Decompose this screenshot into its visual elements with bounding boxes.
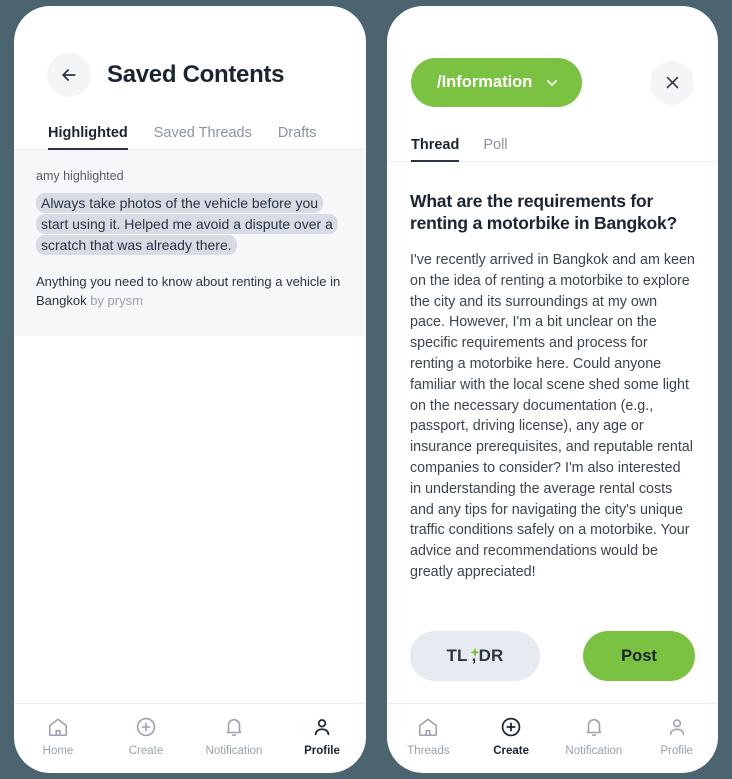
tldr-label: TL, DR [446, 644, 503, 669]
highlight-source-by: by prysm [90, 293, 143, 308]
right-header: /Information [387, 6, 718, 107]
nav-item-create[interactable]: Create [470, 716, 553, 757]
nav-label: Profile [660, 745, 693, 757]
tab-poll[interactable]: Poll [483, 137, 507, 162]
nav-item-profile[interactable]: Profile [635, 716, 718, 757]
nav-label: Notification [205, 745, 263, 757]
tldr-button[interactable]: TL, DR [410, 631, 540, 681]
left-header: Saved Contents [14, 6, 366, 97]
person-icon [311, 716, 333, 738]
nav-label: Home [42, 745, 74, 757]
bell-icon [583, 716, 605, 738]
home-icon [417, 716, 439, 738]
nav-label: Profile [304, 745, 340, 757]
highlight-source[interactable]: Anything you need to know about renting … [36, 272, 344, 310]
close-button[interactable] [650, 60, 694, 105]
nav-item-threads[interactable]: Threads [387, 716, 470, 757]
thread-editor: What are the requirements for renting a … [387, 162, 718, 631]
thread-title-input[interactable]: What are the requirements for renting a … [410, 190, 695, 234]
nav-item-profile[interactable]: Profile [278, 716, 366, 757]
highlight-source-title: Anything you need to know about renting … [36, 274, 341, 308]
nav-label: Create [493, 745, 530, 757]
nav-item-notification[interactable]: Notification [553, 716, 636, 757]
nav-label: Create [128, 745, 164, 757]
page-title: Saved Contents [107, 61, 285, 88]
highlight-card[interactable]: amy highlighted Always take photos of th… [14, 150, 366, 336]
tab-drafts[interactable]: Drafts [278, 125, 317, 150]
nav-label: Notification [565, 745, 623, 757]
highlight-quote: Always take photos of the vehicle before… [36, 193, 344, 256]
nav-label: Threads [407, 745, 450, 757]
plus-circle-icon [500, 716, 522, 738]
compose-tabs: Thread Poll [387, 137, 718, 162]
thread-body-input[interactable]: I've recently arrived in Bangkok and am … [410, 250, 695, 583]
nav-item-home[interactable]: Home [14, 716, 102, 757]
tldr-suffix: DR [478, 646, 504, 665]
plus-circle-icon [135, 716, 157, 738]
person-icon [666, 716, 688, 738]
tldr-prefix: TL [446, 646, 468, 665]
chevron-down-icon [544, 75, 560, 91]
tab-saved-threads[interactable]: Saved Threads [154, 125, 252, 150]
highlight-mark: Always take photos of the vehicle before… [36, 193, 338, 255]
tab-thread[interactable]: Thread [411, 137, 460, 162]
post-button[interactable]: Post [583, 631, 695, 681]
close-icon [664, 74, 681, 91]
saved-contents-panel: Saved Contents Highlighted Saved Threads… [14, 6, 366, 773]
channel-selector-button[interactable]: /Information [411, 58, 583, 107]
saved-list: amy highlighted Always take photos of th… [14, 150, 366, 703]
home-icon [47, 716, 69, 738]
back-button[interactable] [47, 53, 91, 97]
tldr-comma: , [471, 646, 477, 665]
nav-item-notification[interactable]: Notification [190, 716, 278, 757]
compose-actions: TL, DR Post [387, 631, 718, 681]
left-bottom-nav: Home Create Notification Profile [14, 703, 366, 773]
bell-icon [223, 716, 245, 738]
saved-tabs: Highlighted Saved Threads Drafts [14, 125, 366, 150]
tab-highlighted[interactable]: Highlighted [48, 125, 128, 150]
right-bottom-nav: Threads Create Notification Profile [387, 703, 718, 773]
channel-label: /Information [437, 73, 533, 91]
highlight-author: amy highlighted [36, 169, 124, 183]
arrow-left-icon [59, 65, 79, 85]
nav-item-create[interactable]: Create [102, 716, 190, 757]
compose-thread-panel: /Information Thread Poll What are the re… [387, 6, 718, 773]
screen: Saved Contents Highlighted Saved Threads… [0, 0, 732, 779]
